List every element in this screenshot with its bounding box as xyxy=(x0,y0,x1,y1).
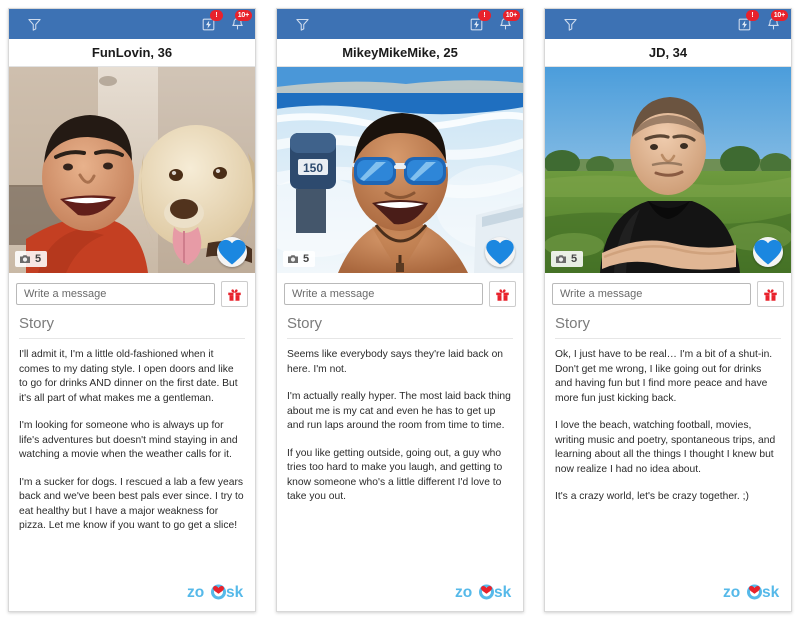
app-header-bar: ! 10+ xyxy=(545,9,791,39)
story-paragraph: I'm actually really hyper. The most laid… xyxy=(287,391,511,431)
notifications-icon[interactable]: 10+ xyxy=(494,10,520,35)
gift-icon xyxy=(764,288,777,301)
profile-photo[interactable]: 5 xyxy=(545,67,791,273)
message-input[interactable] xyxy=(284,283,483,305)
story-section: Story Seems like everybody says they're … xyxy=(277,315,523,611)
boost-icon[interactable]: ! xyxy=(733,10,759,35)
message-row xyxy=(545,273,791,315)
app-header-bar: ! 10+ xyxy=(277,9,523,39)
svg-text:zo: zo xyxy=(187,584,204,601)
photo-count-badge: 5 xyxy=(15,251,48,267)
photo-count-value: 5 xyxy=(35,253,42,265)
svg-text:150: 150 xyxy=(303,161,323,175)
story-paragraph: It's a crazy world, let's be crazy toget… xyxy=(555,491,749,502)
profile-card: ! 10+ MikeyMikeMike, 25 150 5 Write a me… xyxy=(276,8,524,612)
story-paragraph: I love the beach, watching football, mov… xyxy=(555,420,776,475)
boost-badge: ! xyxy=(746,10,759,21)
like-button[interactable] xyxy=(217,237,247,267)
svg-text:sk: sk xyxy=(494,584,512,601)
heart-icon xyxy=(218,239,246,265)
story-paragraph: If you like getting outside, going out, … xyxy=(287,447,503,503)
story-heading: Story xyxy=(555,315,781,339)
notifications-badge: 10+ xyxy=(234,10,252,21)
app-header-bar: ! 10+ xyxy=(9,9,255,39)
profile-photo[interactable]: 150 5 xyxy=(277,67,523,273)
profile-name: FunLovin, 36 xyxy=(91,45,173,60)
camera-icon xyxy=(556,255,566,263)
story-paragraph: Ok, I just have to be real… I'm a bit of… xyxy=(555,349,773,404)
profile-photo[interactable]: 5 xyxy=(9,67,255,273)
send-gift-button[interactable] xyxy=(489,281,516,307)
photo-count-value: 5 xyxy=(571,253,578,265)
profile-card: ! 10+ JD, 34 5 Write a message Story Ok,… xyxy=(544,8,792,612)
story-body: Seems like everybody says they're laid b… xyxy=(287,348,513,505)
boost-icon[interactable]: ! xyxy=(465,10,491,35)
notifications-icon[interactable]: 10+ xyxy=(762,10,788,35)
profile-name-bar: MikeyMikeMike, 25 xyxy=(277,39,523,67)
story-body: Ok, I just have to be real… I'm a bit of… xyxy=(555,348,781,505)
zoosk-logo: zo sk xyxy=(455,579,513,603)
send-gift-button[interactable] xyxy=(221,281,248,307)
story-section: Story Ok, I just have to be real… I'm a … xyxy=(545,315,791,611)
story-paragraph: I'll admit it, I'm a little old-fashione… xyxy=(19,349,238,404)
filter-icon[interactable] xyxy=(559,13,581,35)
profile-name: JD, 34 xyxy=(648,45,688,60)
photo-count-value: 5 xyxy=(303,253,310,265)
gift-icon xyxy=(496,288,509,301)
svg-text:sk: sk xyxy=(226,584,244,601)
story-paragraph: I'm a sucker for dogs. I rescued a lab a… xyxy=(19,476,244,532)
notifications-badge: 10+ xyxy=(770,10,788,21)
svg-text:zo: zo xyxy=(723,584,740,601)
story-body: I'll admit it, I'm a little old-fashione… xyxy=(19,348,245,534)
like-button[interactable] xyxy=(485,237,515,267)
story-paragraph: Seems like everybody says they're laid b… xyxy=(287,349,504,375)
svg-text:sk: sk xyxy=(762,584,780,601)
filter-icon[interactable] xyxy=(291,13,313,35)
heart-icon xyxy=(754,239,782,265)
filter-icon[interactable] xyxy=(23,13,45,35)
profile-card: ! 10+ FunLovin, 36 5 Write a message Sto… xyxy=(8,8,256,612)
story-heading: Story xyxy=(287,315,513,339)
boost-icon[interactable]: ! xyxy=(197,10,223,35)
like-button[interactable] xyxy=(753,237,783,267)
gift-icon xyxy=(228,288,241,301)
photo-count-badge: 5 xyxy=(551,251,584,267)
story-section: Story I'll admit it, I'm a little old-fa… xyxy=(9,315,255,611)
photo-count-badge: 5 xyxy=(283,251,316,267)
profile-name-bar: FunLovin, 36 xyxy=(9,39,255,67)
profile-name: MikeyMikeMike, 25 xyxy=(342,45,458,60)
profile-name-bar: JD, 34 xyxy=(545,39,791,67)
story-paragraph: I'm looking for someone who is always up… xyxy=(19,420,238,460)
story-heading: Story xyxy=(19,315,245,339)
message-row xyxy=(9,273,255,315)
message-input[interactable] xyxy=(552,283,751,305)
profile-cards-screen: ! 10+ FunLovin, 36 5 Write a message Sto… xyxy=(0,0,800,620)
heart-icon xyxy=(486,239,514,265)
camera-icon xyxy=(288,255,298,263)
zoosk-logo: zo sk xyxy=(187,579,245,603)
zoosk-logo: zo sk xyxy=(723,579,781,603)
message-row xyxy=(277,273,523,315)
boost-badge: ! xyxy=(210,10,223,21)
boost-badge: ! xyxy=(478,10,491,21)
send-gift-button[interactable] xyxy=(757,281,784,307)
camera-icon xyxy=(20,255,30,263)
notifications-badge: 10+ xyxy=(502,10,520,21)
message-input[interactable] xyxy=(16,283,215,305)
notifications-icon[interactable]: 10+ xyxy=(226,10,252,35)
svg-text:zo: zo xyxy=(455,584,472,601)
